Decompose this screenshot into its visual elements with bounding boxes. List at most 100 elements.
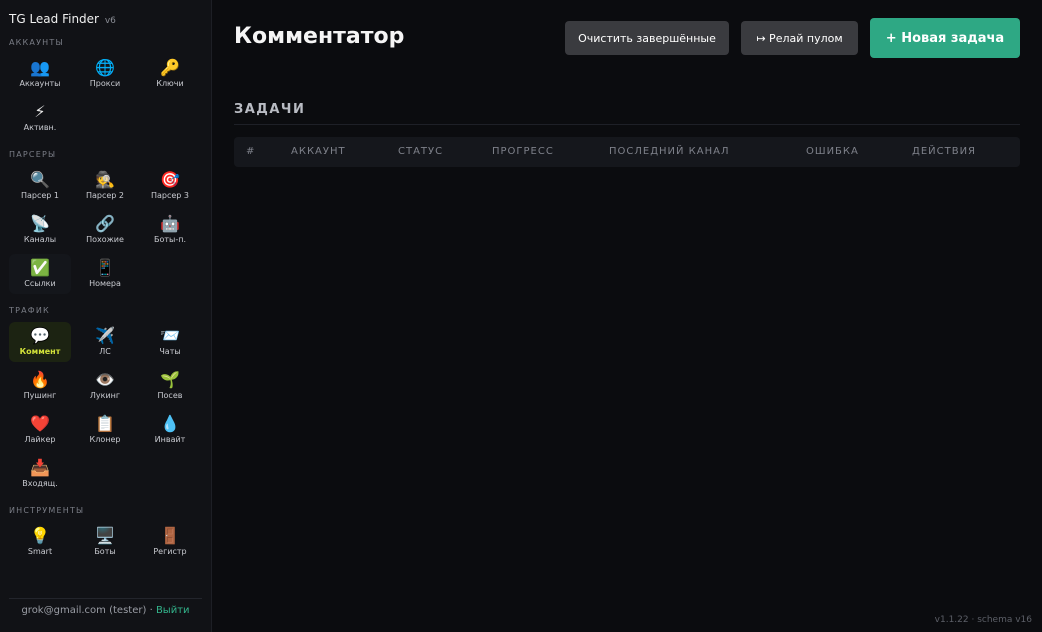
section-divider [234, 124, 1020, 125]
sidebar-footer: grok@gmail.com (tester) · Выйти [9, 598, 202, 616]
sidebar-item[interactable]: 📱 Номера [74, 254, 136, 294]
sidebar-item-label: Активн. [23, 123, 57, 132]
sidebar-item[interactable]: ✅ Ссылки [9, 254, 71, 294]
sidebar-item[interactable]: 🔑 Ключи [139, 54, 201, 94]
tasks-table-header: # АККАУНТ СТАТУС ПРОГРЕСС ПОСЛЕДНИЙ КАНА… [234, 137, 1020, 167]
eye-icon: 👁️ [95, 370, 115, 389]
sidebar-item[interactable]: ❤️ Лайкер [9, 410, 71, 450]
sidebar-item[interactable]: 🌐 Прокси [74, 54, 136, 94]
fire-icon: 🔥 [30, 370, 50, 389]
relay-pool-button[interactable]: ↦ Релай пулом [741, 21, 858, 55]
door-icon: 🚪 [160, 526, 180, 545]
sidebar-section-grid: 💡 Smart 🖥️ Боты 🚪 Регистр [9, 522, 202, 562]
check-icon: ✅ [30, 258, 50, 277]
sidebar-item[interactable]: 🎯 Парсер 3 [139, 166, 201, 206]
sidebar-item[interactable]: 🖥️ Боты [74, 522, 136, 562]
heart-icon: ❤️ [30, 414, 50, 433]
sidebar-section-grid: 👥 Аккаунты 🌐 Прокси 🔑 Ключи ⚡ Активн. [9, 54, 202, 138]
sidebar-item-label: Инвайт [154, 435, 186, 444]
column-header-account: АККАУНТ [291, 146, 346, 157]
logout-link[interactable]: Выйти [156, 605, 190, 616]
sidebar-item[interactable]: 👥 Аккаунты [9, 54, 71, 94]
sidebar-item[interactable]: 💡 Smart [9, 522, 71, 562]
plane-icon: ✈️ [95, 326, 115, 345]
sidebar-item-label: Пушинг [23, 391, 57, 400]
sidebar-item[interactable]: 💬 Коммент [9, 322, 71, 362]
inbox-icon: 📥 [30, 458, 50, 477]
target-icon: 🎯 [160, 170, 180, 189]
sidebar-item[interactable]: ✈️ ЛС [74, 322, 136, 362]
sidebar-item[interactable]: 🌱 Посев [139, 366, 201, 406]
tasks-heading: ЗАДАЧИ [234, 102, 306, 117]
sidebar-item[interactable]: 📨 Чаты [139, 322, 201, 362]
detective-icon: 🕵️ [95, 170, 115, 189]
sidebar-item[interactable]: 🚪 Регистр [139, 522, 201, 562]
sidebar-item-label: Каналы [23, 235, 57, 244]
desktop-icon: 🖥️ [95, 526, 115, 545]
app-brand: TG Lead Finder v6 [9, 12, 202, 26]
phone-icon: 📱 [95, 258, 115, 277]
sidebar-item[interactable]: 🤖 Боты-п. [139, 210, 201, 250]
sidebar-item[interactable]: ⚡ Активн. [9, 98, 71, 138]
footer-separator: · [149, 605, 153, 616]
lightning-icon: ⚡ [34, 102, 46, 121]
users-icon: 👥 [30, 58, 50, 77]
sidebar-item[interactable]: 💧 Инвайт [139, 410, 201, 450]
sidebar-section-title: ТРАФИК [9, 306, 50, 315]
sidebar-sections: АККАУНТЫ 👥 Аккаунты 🌐 Прокси 🔑 Ключи ⚡ Активн. ПА… [9, 38, 202, 562]
link-icon: 🔗 [95, 214, 115, 233]
sidebar-section-grid: 🔍 Парсер 1 🕵️ Парсер 2 🎯 Парсер 3 📡 Каналы 🔗 Похо… [9, 166, 202, 294]
page-title: Комментатор [234, 24, 405, 49]
column-header-error: ОШИБКА [806, 146, 859, 157]
robot-icon: 🤖 [160, 214, 180, 233]
sidebar-item-label: Лайкер [24, 435, 56, 444]
sidebar-item-label: Боты-п. [153, 235, 187, 244]
sidebar-item-label: Парсер 1 [20, 191, 60, 200]
sidebar-item-label: Клонер [89, 435, 121, 444]
key-icon: 🔑 [160, 58, 180, 77]
sidebar-item-label: Smart [27, 547, 53, 556]
sidebar-section-title: АККАУНТЫ [9, 38, 64, 47]
sidebar-item-label: Боты [94, 547, 116, 556]
sidebar-item-label: Коммент [19, 347, 61, 356]
sidebar-item-label: Ссылки [24, 279, 56, 288]
sidebar-item-label: ЛС [99, 347, 111, 356]
sidebar-item-label: Аккаунты [19, 79, 61, 88]
sidebar-section-grid: 💬 Коммент ✈️ ЛС 📨 Чаты 🔥 Пушинг 👁️ Лукинг 🌱 Посев ❤️… [9, 322, 202, 494]
app-version: v6 [104, 16, 116, 26]
column-header-last-channel: ПОСЛЕДНИЙ КАНАЛ [609, 146, 730, 157]
sidebar-section-title: ИНСТРУМЕНТЫ [9, 506, 85, 515]
sidebar-item-label: Регистр [153, 547, 187, 556]
speech-bubble-icon: 💬 [30, 326, 50, 345]
seedling-icon: 🌱 [160, 370, 180, 389]
sidebar-item-label: Посев [157, 391, 183, 400]
clear-completed-button[interactable]: Очистить завершённые [565, 21, 729, 55]
sidebar-item[interactable]: 🕵️ Парсер 2 [74, 166, 136, 206]
sidebar-item[interactable]: 📋 Клонер [74, 410, 136, 450]
sidebar-item[interactable]: 📥 Входящ. [9, 454, 71, 494]
column-header-progress: ПРОГРЕСС [492, 146, 554, 157]
sidebar-item-label: Парсер 3 [150, 191, 190, 200]
sidebar-item-label: Похожие [86, 235, 124, 244]
user-email: grok@gmail.com (tester) [21, 605, 147, 616]
main-content: Комментатор Очистить завершённые ↦ Релай… [212, 0, 1042, 632]
envelope-icon: 📨 [160, 326, 180, 345]
sidebar-item[interactable]: 🔍 Парсер 1 [9, 166, 71, 206]
sidebar-item-label: Прокси [89, 79, 121, 88]
sidebar-item[interactable]: 👁️ Лукинг [74, 366, 136, 406]
globe-icon: 🌐 [95, 58, 115, 77]
column-header-status: СТАТУС [398, 146, 444, 157]
droplet-icon: 💧 [160, 414, 180, 433]
sidebar-item[interactable]: 📡 Каналы [9, 210, 71, 250]
sidebar-item-label: Ключи [156, 79, 184, 88]
sidebar-item-label: Входящ. [22, 479, 58, 488]
sidebar-item-label: Лукинг [89, 391, 121, 400]
version-label: v1.1.22 · schema v16 [934, 615, 1032, 625]
clipboard-icon: 📋 [95, 414, 115, 433]
sidebar-item-label: Номера [89, 279, 121, 288]
sidebar-item[interactable]: 🔗 Похожие [74, 210, 136, 250]
column-header-actions: ДЕЙСТВИЯ [912, 146, 976, 157]
new-task-button[interactable]: + Новая задача [870, 18, 1020, 58]
sidebar-item[interactable]: 🔥 Пушинг [9, 366, 71, 406]
sidebar-section-title: ПАРСЕРЫ [9, 150, 57, 159]
